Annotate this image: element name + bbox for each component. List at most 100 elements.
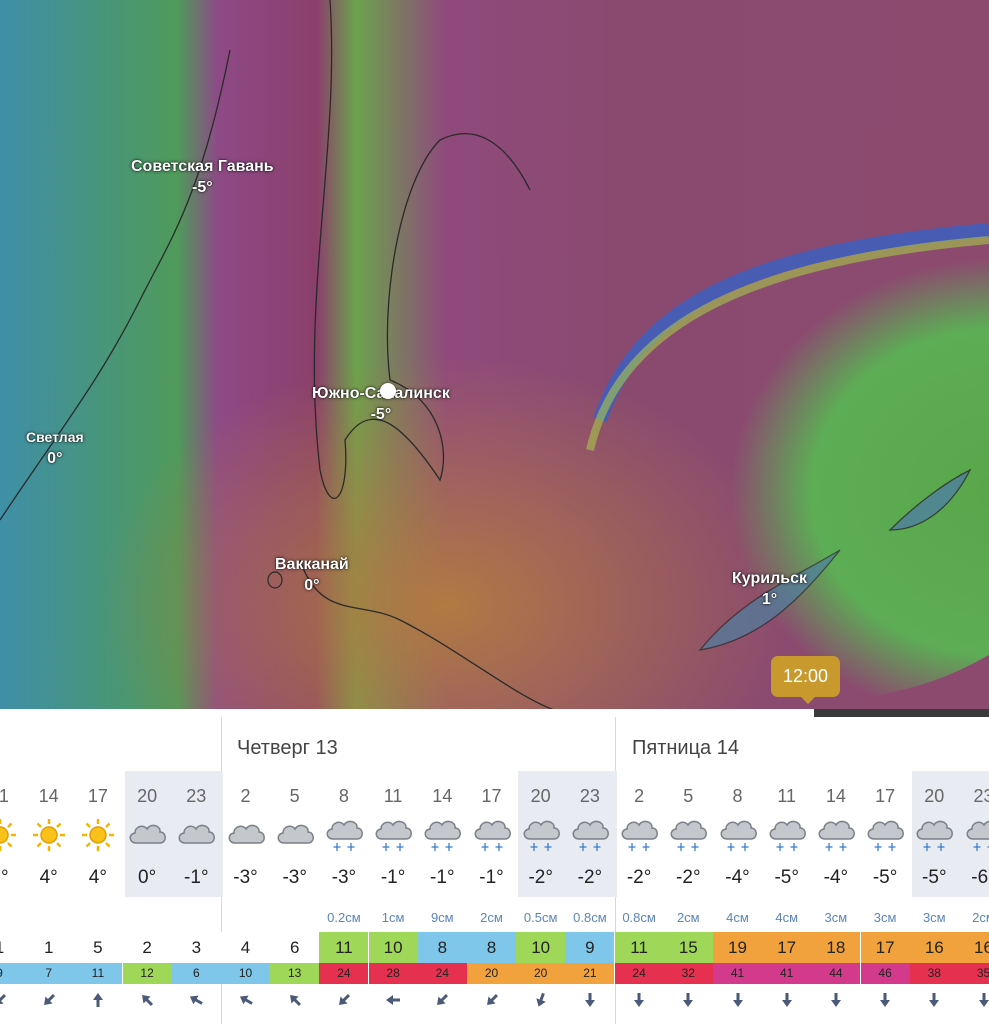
forecast-hour: 23 — [579, 786, 600, 806]
timeline-bar[interactable] — [0, 709, 989, 717]
city-sovetskaya-gavan[interactable]: Советская Гавань -5° — [131, 156, 274, 198]
day-header-thursday: Четверг 13 — [237, 737, 338, 759]
forecast-wind-speed: 5 — [73, 932, 123, 963]
forecast-hour: 17 — [87, 786, 108, 806]
forecast-wind-speed: 16 — [959, 932, 989, 963]
snow-cloud-icon — [959, 817, 989, 857]
sun-icon — [0, 817, 24, 857]
forecast-temp: 4° — [39, 867, 58, 888]
forecast-wind-speed: 6 — [270, 932, 320, 963]
timeline-remaining — [814, 709, 989, 717]
city-kurilsk[interactable]: Курильск 1° — [732, 568, 807, 610]
forecast-wind-speed: 4 — [221, 932, 270, 963]
forecast-precip: 3см — [873, 910, 897, 925]
forecast-wind-gust: 24 — [614, 963, 664, 984]
snow-cloud-icon — [369, 817, 418, 857]
forecast-hour: 14 — [432, 786, 453, 806]
city-name: Светлая — [26, 429, 84, 445]
forecast-wind-gust: 20 — [516, 963, 566, 984]
cloud-icon — [123, 817, 172, 857]
forecast-hour: 20 — [530, 786, 551, 806]
wind-direction-arrow-icon — [319, 992, 368, 1013]
city-temp: -5° — [192, 179, 213, 196]
forecast-temp: -5° — [872, 867, 898, 888]
wind-direction-arrow-icon — [565, 992, 614, 1013]
forecast-temp: -5° — [922, 867, 947, 888]
forecast-hour: 11 — [0, 786, 9, 806]
forecast-wind-speed: 10 — [516, 932, 566, 963]
forecast-wind-speed: 16 — [909, 932, 959, 963]
wind-direction-arrow-icon — [73, 992, 122, 1013]
wind-direction-arrow-icon — [418, 992, 467, 1013]
forecast-wind-speed: 8 — [417, 932, 467, 963]
day-header-friday: Пятница 14 — [632, 737, 739, 759]
forecast-wind-gust: 41 — [762, 963, 812, 984]
forecast-temp: -4° — [823, 867, 849, 888]
wind-direction-arrow-icon — [713, 992, 762, 1013]
forecast-wind-gust: 24 — [319, 963, 369, 984]
forecast-temp: -4° — [725, 867, 750, 888]
city-name: Вакканай — [275, 556, 349, 573]
forecast-temp: -3° — [331, 867, 357, 888]
forecast-precip: 4см — [775, 910, 799, 925]
forecast-wind-gust: 10 — [221, 963, 270, 984]
wind-direction-arrow-icon — [811, 992, 860, 1013]
forecast-precip: 0.2см — [327, 910, 361, 925]
snow-cloud-icon — [861, 817, 910, 857]
forecast-wind-speed: 1 — [24, 932, 74, 963]
forecast-hour: 8 — [732, 786, 743, 806]
timeline-time-bubble[interactable]: 12:00 — [771, 656, 840, 704]
forecast-wind-speed: 18 — [811, 932, 861, 963]
forecast-temp: -2° — [577, 867, 603, 888]
forecast-hour: 14 — [38, 786, 59, 806]
wind-direction-arrow-icon — [24, 992, 73, 1013]
forecast-wind-gust: 46 — [860, 963, 910, 984]
forecast-wind-gust: 6 — [171, 963, 221, 984]
forecast-hour: 11 — [777, 786, 797, 806]
forecast-wind-speed: 11 — [614, 932, 664, 963]
forecast-wind-gust: 13 — [270, 963, 320, 984]
forecast-temp: -3° — [233, 867, 258, 888]
wind-direction-arrow-icon — [0, 992, 24, 1013]
forecast-wind-speed: 1 — [0, 932, 24, 963]
forecast-wind-gust: 32 — [663, 963, 713, 984]
snow-cloud-icon — [762, 817, 811, 857]
forecast-precip: 2см — [676, 910, 700, 925]
city-temp: 1° — [761, 591, 778, 608]
forecast-hour: 17 — [481, 786, 502, 806]
forecast-hour: 2 — [634, 786, 645, 806]
forecast-hour: 8 — [338, 786, 349, 806]
snow-cloud-icon — [811, 817, 860, 857]
wind-direction-arrow-icon — [910, 992, 959, 1013]
snow-cloud-icon — [713, 817, 762, 857]
forecast-hour: 11 — [383, 786, 403, 806]
wind-direction-arrow-icon — [123, 992, 172, 1013]
forecast-temp: 1° — [0, 867, 9, 888]
forecast-precip: 0.8см — [622, 910, 656, 925]
snow-cloud-icon — [910, 817, 959, 857]
forecast-temp: -5° — [774, 867, 799, 888]
location-pin-icon[interactable] — [380, 383, 396, 399]
wind-map-layer — [0, 0, 989, 712]
forecast-wind-gust: 35 — [959, 963, 989, 984]
forecast-wind-speed: 10 — [368, 932, 418, 963]
snow-cloud-icon — [664, 817, 713, 857]
forecast-wind-speed: 8 — [467, 932, 516, 963]
forecast-wind-gust: 28 — [368, 963, 418, 984]
snow-cloud-icon — [565, 817, 614, 857]
city-svetlaya[interactable]: Светлая 0° — [26, 427, 84, 469]
forecast-temp: -1° — [479, 867, 504, 888]
wind-direction-arrow-icon — [516, 992, 565, 1013]
forecast-precip: 2см — [972, 910, 989, 925]
city-name: Советская Гавань — [131, 158, 274, 175]
city-temp: 0° — [304, 577, 320, 594]
forecast-hour: 20 — [924, 786, 945, 806]
city-wakkanai[interactable]: Вакканай 0° — [275, 554, 349, 596]
wind-map[interactable]: Советская Гавань -5° Светлая 0° Южно-Сах… — [0, 0, 989, 712]
cloud-icon — [270, 817, 319, 857]
snow-cloud-icon — [319, 817, 368, 857]
wind-direction-arrow-icon — [861, 992, 910, 1013]
forecast-temp: -1° — [380, 867, 406, 888]
forecast-hour: 20 — [137, 786, 158, 806]
forecast-wind-gust: 9 — [0, 963, 24, 984]
